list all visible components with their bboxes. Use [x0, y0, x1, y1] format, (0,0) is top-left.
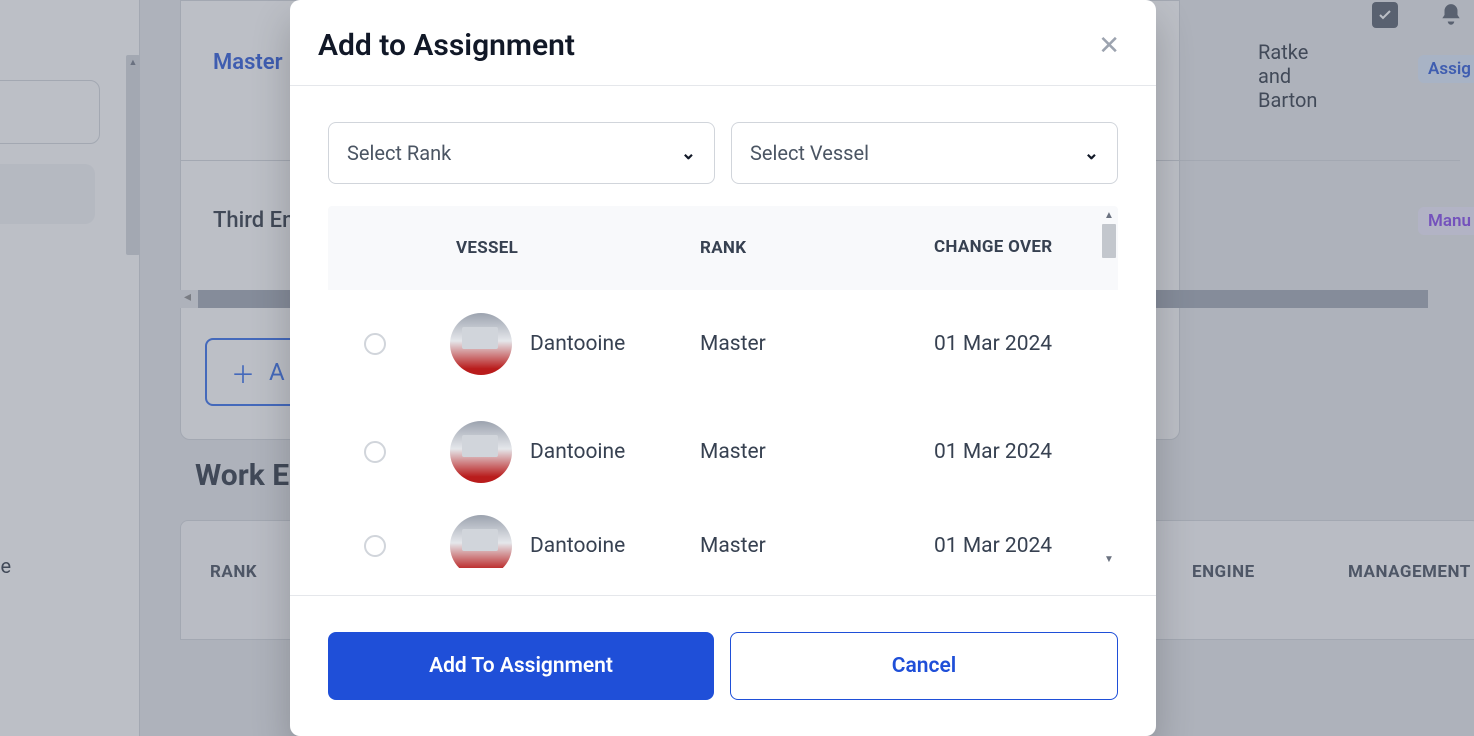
select-rank-placeholder: Select Rank — [347, 141, 451, 165]
vessel-cell: Dantooine — [450, 515, 700, 568]
chevron-down-icon: ⌄ — [1084, 143, 1099, 164]
vessel-avatar — [450, 515, 512, 568]
vessel-cell: Dantooine — [450, 421, 700, 483]
th-rank: RANK — [700, 238, 934, 258]
vessel-avatar — [450, 313, 512, 375]
modal-title: Add to Assignment — [318, 28, 575, 63]
add-to-assignment-button[interactable]: Add To Assignment — [328, 632, 714, 700]
modal-filters: Select Rank ⌄ Select Vessel ⌄ — [290, 86, 1156, 202]
rank-cell: Master — [700, 534, 934, 558]
cancel-button[interactable]: Cancel — [730, 632, 1118, 700]
modal-header: Add to Assignment ✕ — [290, 0, 1156, 86]
close-icon[interactable]: ✕ — [1098, 33, 1120, 59]
vertical-scrollbar[interactable]: ▲ ▼ — [1100, 206, 1118, 568]
row-radio[interactable] — [364, 535, 386, 557]
scroll-thumb[interactable] — [1102, 224, 1116, 258]
row-radio[interactable] — [364, 333, 386, 355]
vessel-avatar — [450, 421, 512, 483]
rank-cell: Master — [700, 332, 934, 356]
select-rank-dropdown[interactable]: Select Rank ⌄ — [328, 122, 715, 184]
vessel-name: Dantooine — [530, 534, 625, 558]
table-row[interactable]: Dantooine Master 01 Mar 2024 — [328, 290, 1118, 398]
change-over-cell: 01 Mar 2024 — [934, 440, 1052, 464]
change-over-cell: 01 Mar 2024 — [934, 332, 1052, 356]
vessel-cell: Dantooine — [450, 313, 700, 375]
change-over-cell: 01 Mar 2024 — [934, 534, 1052, 558]
table-row[interactable]: Dantooine Master 01 Mar 2024 — [328, 398, 1118, 506]
scroll-up-arrow-icon[interactable]: ▲ — [1100, 206, 1118, 224]
table-row[interactable]: Dantooine Master 01 Mar 2024 — [328, 506, 1118, 568]
assignment-table: VESSEL RANK CHANGE OVER Dantooine Master… — [328, 206, 1118, 568]
add-to-assignment-modal: Add to Assignment ✕ Select Rank ⌄ Select… — [290, 0, 1156, 736]
vessel-name: Dantooine — [530, 440, 625, 464]
table-header-row: VESSEL RANK CHANGE OVER — [328, 206, 1118, 290]
scroll-down-arrow-icon[interactable]: ▼ — [1100, 550, 1118, 568]
th-vessel: VESSEL — [456, 238, 700, 258]
rank-cell: Master — [700, 440, 934, 464]
row-radio[interactable] — [364, 441, 386, 463]
select-vessel-dropdown[interactable]: Select Vessel ⌄ — [731, 122, 1118, 184]
th-change-over: CHANGE OVER — [934, 236, 1104, 260]
select-vessel-placeholder: Select Vessel — [750, 141, 869, 165]
chevron-down-icon: ⌄ — [681, 143, 696, 164]
modal-footer: Add To Assignment Cancel — [290, 595, 1156, 736]
vessel-name: Dantooine — [530, 332, 625, 356]
